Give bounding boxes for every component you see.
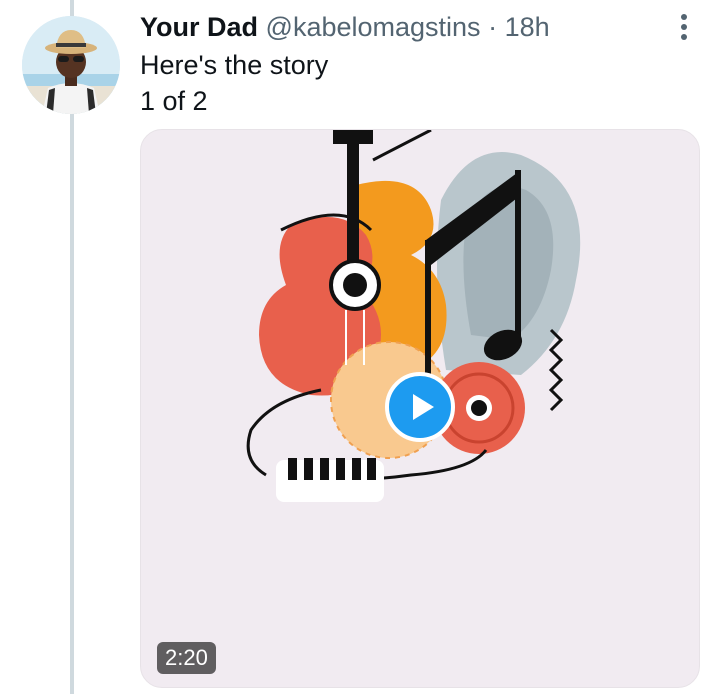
separator-dot: ·	[488, 12, 498, 42]
play-icon	[413, 394, 434, 420]
more-options-icon[interactable]	[674, 12, 694, 42]
video-duration-badge: 2:20	[157, 642, 216, 674]
video-media[interactable]: 2:20	[140, 129, 700, 688]
display-name[interactable]: Your Dad	[140, 12, 258, 42]
user-handle[interactable]: @kabelomagstins	[266, 12, 481, 42]
avatar[interactable]	[22, 16, 120, 114]
play-button[interactable]	[385, 372, 455, 442]
tweet-header: Your Dad @kabelomagstins · 18h	[140, 10, 550, 44]
tweet-text: Here's the story	[140, 50, 329, 80]
thread-position: 1 of 2	[140, 86, 208, 116]
timestamp[interactable]: 18h	[505, 12, 550, 42]
